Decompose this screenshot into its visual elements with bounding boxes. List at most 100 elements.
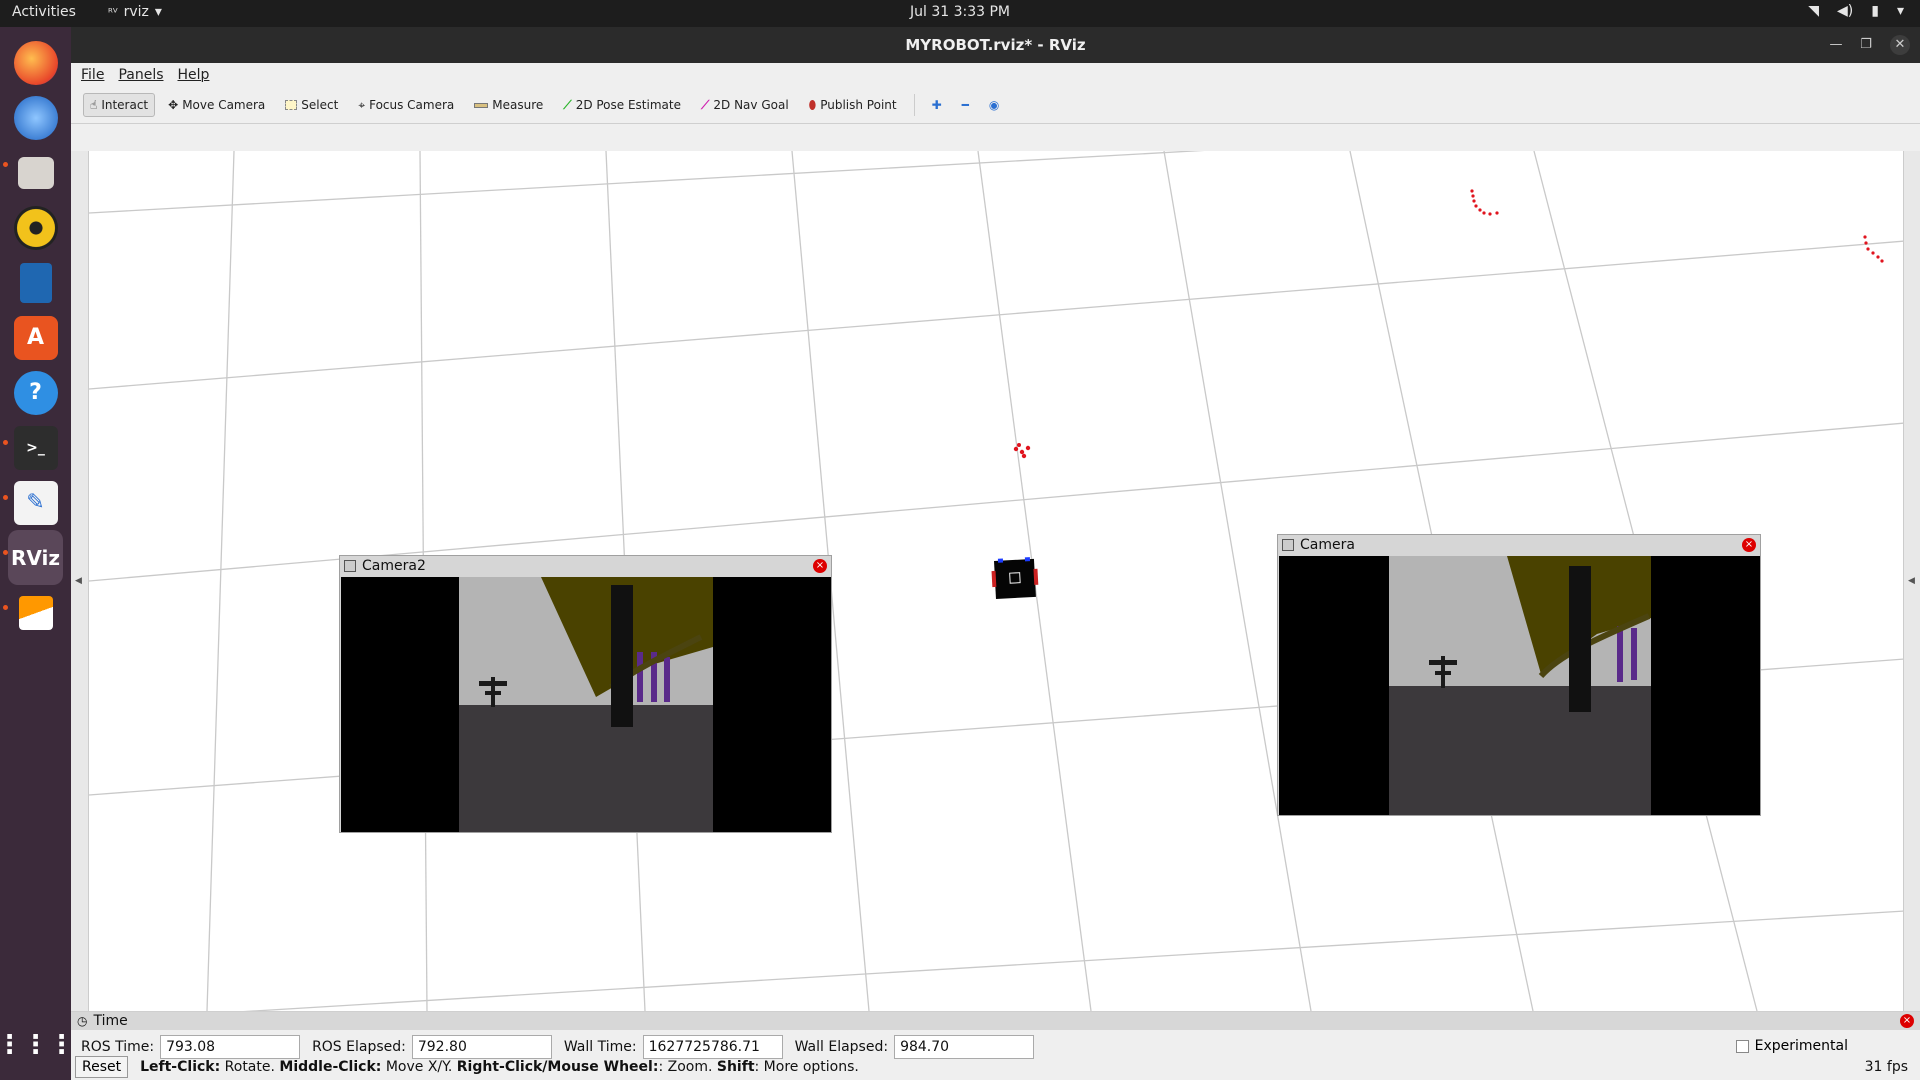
menu-file[interactable]: File <box>81 67 104 83</box>
dock: A ? >_ ✎ RViz ⋮⋮⋮ <box>0 27 75 1080</box>
close-icon[interactable]: ✕ <box>1890 35 1910 55</box>
expand-right-icon: ◀ <box>1908 576 1915 586</box>
camera-panel-header[interactable]: Camera × <box>1278 535 1760 555</box>
fps-counter: 31 fps <box>1864 1059 1908 1075</box>
experimental-toggle[interactable]: Experimental <box>1735 1038 1848 1054</box>
select-tool[interactable]: Select <box>278 93 345 117</box>
camera2-view <box>341 577 831 832</box>
camera2-panel-header[interactable]: Camera2 × <box>340 556 831 576</box>
document-icon <box>19 262 52 303</box>
help-launcher[interactable]: ? <box>8 365 63 420</box>
eye-icon: ◉ <box>988 98 1000 112</box>
title-bar[interactable]: MYROBOT.rviz* - RViz — ❐ ✕ <box>71 27 1920 63</box>
remove-tool-button[interactable]: ━ <box>955 93 976 117</box>
status-bar: Reset Left-Click: Rotate. Middle-Click: … <box>71 1054 1920 1080</box>
pencil-icon: ✎ <box>13 480 58 525</box>
power-icon: ▾ <box>1896 3 1904 19</box>
tool-label: Measure <box>492 98 544 112</box>
camera-title: Camera <box>1300 537 1355 553</box>
thunderbird-launcher[interactable] <box>8 90 63 145</box>
left-click-desc: Rotate. <box>224 1059 275 1075</box>
wall-time-label: Wall Time: <box>563 1039 637 1055</box>
shift-key: Shift <box>716 1059 755 1075</box>
ruler-icon <box>474 102 489 108</box>
focus-camera-tool[interactable]: ⌖ Focus Camera <box>351 93 461 118</box>
minus-icon: ━ <box>961 98 969 112</box>
volume-icon: ◀) <box>1837 3 1854 19</box>
map-pin-icon: ⬮ <box>808 97 817 112</box>
close-icon[interactable]: × <box>1742 538 1756 552</box>
terminal-icon: >_ <box>13 425 58 470</box>
select-box-icon <box>285 100 298 110</box>
measure-tool[interactable]: Measure <box>467 93 550 117</box>
close-icon[interactable]: × <box>813 559 827 573</box>
tool-label: 2D Pose Estimate <box>575 98 681 112</box>
interact-tool[interactable]: ☝ Interact <box>83 93 156 117</box>
clock-icon: ◷ <box>77 1014 88 1028</box>
pose-arrow-icon: ⟋ <box>563 97 572 112</box>
ros-elapsed-label: ROS Elapsed: <box>312 1039 406 1055</box>
rviz-icon: RViz <box>10 545 61 570</box>
close-icon[interactable]: × <box>1900 1014 1914 1028</box>
text-editor-launcher[interactable]: ✎ <box>8 475 63 530</box>
expand-left-icon: ◀ <box>75 576 82 586</box>
middle-click-key: Middle-Click: <box>279 1059 382 1075</box>
minimize-icon[interactable]: — <box>1826 35 1846 55</box>
right-click-key: Right-Click/Mouse Wheel: <box>456 1059 659 1075</box>
window-title: MYROBOT.rviz* - RViz <box>905 36 1086 54</box>
pose-estimate-tool[interactable]: ⟋ 2D Pose Estimate <box>556 93 688 118</box>
move-camera-tool[interactable]: ✥ Move Camera <box>161 93 272 117</box>
writer-launcher[interactable] <box>8 255 63 310</box>
nav-goal-tool[interactable]: ⟋ 2D Nav Goal <box>694 93 796 118</box>
tool-bar: ☝ Interact ✥ Move Camera Select ⌖ Focus Cam… <box>71 87 1920 124</box>
firefox-launcher[interactable] <box>8 35 63 90</box>
move-icon: ✥ <box>168 98 179 112</box>
laser-scan-points <box>1013 189 1884 459</box>
camera-icon <box>1282 539 1294 551</box>
toolbar-separator <box>913 94 915 116</box>
clock[interactable]: Jul 31 3:33 PM <box>0 4 1920 20</box>
tool-label: Select <box>301 98 339 112</box>
wifi-icon: ◥ <box>1808 3 1820 19</box>
terminal-launcher[interactable]: >_ <box>8 420 63 475</box>
plus-icon: ✚ <box>931 98 942 112</box>
system-tray[interactable]: ◥ ◀) ▮ ▾ <box>1808 3 1904 19</box>
nav-arrow-icon: ⟋ <box>700 97 710 112</box>
software-launcher[interactable]: A <box>8 310 63 365</box>
app-store-icon: A <box>13 315 58 360</box>
robot-model <box>991 557 1039 599</box>
time-panel-header[interactable]: ◷ Time × <box>71 1012 1920 1030</box>
reset-button[interactable]: Reset <box>75 1056 129 1078</box>
tool-label: Move Camera <box>182 98 266 112</box>
hand-icon: ☝ <box>90 98 98 112</box>
maximize-icon[interactable]: ❐ <box>1856 35 1876 55</box>
ros-time-label: ROS Time: <box>81 1039 155 1055</box>
tool-label: Interact <box>101 98 149 112</box>
right-dock-collapse[interactable]: ◀ <box>1904 151 1920 1011</box>
status-hint: Left-Click: Rotate. Middle-Click: Move X… <box>140 1059 859 1075</box>
show-apps-button[interactable]: ⋮⋮⋮ <box>0 1017 75 1072</box>
crosshair-icon: ⌖ <box>358 97 366 112</box>
rhythmbox-launcher[interactable] <box>8 200 63 255</box>
rviz-launcher[interactable]: RViz <box>8 530 63 585</box>
camera-panel[interactable]: Camera × <box>1277 534 1761 816</box>
camera2-image <box>341 577 831 832</box>
camera2-title: Camera2 <box>362 558 426 574</box>
sublime-launcher[interactable] <box>8 585 63 640</box>
menu-help[interactable]: Help <box>178 67 210 83</box>
firefox-icon <box>13 40 58 85</box>
menu-panels[interactable]: Panels <box>118 67 163 83</box>
files-launcher[interactable] <box>8 145 63 200</box>
experimental-checkbox[interactable] <box>1735 1039 1749 1053</box>
camera-image <box>1279 556 1760 815</box>
experimental-label: Experimental <box>1754 1038 1848 1054</box>
system-top-bar: Activities ᴿⱽ rviz ▾ Jul 31 3:33 PM ◥ ◀)… <box>0 0 1920 27</box>
add-tool-button[interactable]: ✚ <box>925 93 949 117</box>
camera2-panel[interactable]: Camera2 × <box>339 555 832 833</box>
camera-icon <box>344 560 356 572</box>
middle-click-desc: Move X/Y. <box>385 1059 453 1075</box>
view-tool-button[interactable]: ◉ <box>982 93 1006 117</box>
sublime-icon <box>18 595 53 630</box>
left-dock-collapse[interactable]: ◀ <box>71 151 88 1011</box>
publish-point-tool[interactable]: ⬮ Publish Point <box>802 93 904 118</box>
